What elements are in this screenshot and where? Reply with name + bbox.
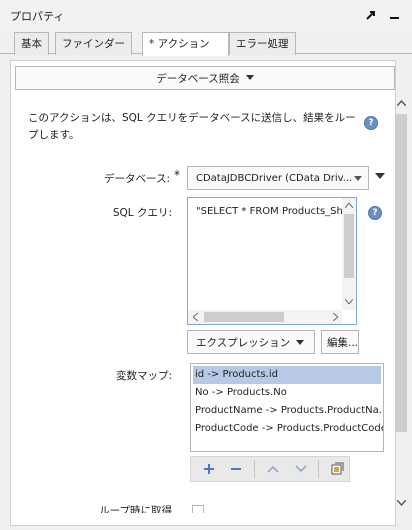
edit-button[interactable]: 編集... (321, 330, 359, 354)
textarea-horizontal-scrollbar[interactable] (188, 310, 342, 324)
move-down-icon[interactable] (289, 459, 313, 479)
scroll-left-icon[interactable] (188, 310, 202, 324)
tab-basic[interactable]: 基本 (14, 32, 49, 55)
database-value: CDataJDBCDriver (CData Driv... (196, 172, 353, 184)
window-title: プロパティ (10, 10, 65, 23)
variable-map-toolbar (190, 456, 350, 482)
variable-map-label: 変数マップ: (115, 370, 172, 382)
scroll-thumb[interactable] (204, 312, 284, 322)
expression-button[interactable]: エクスプレッション (187, 330, 315, 354)
scroll-thumb[interactable] (395, 114, 407, 432)
tab-action[interactable]: * アクション (142, 32, 229, 56)
edit-mapping-icon[interactable] (325, 459, 349, 479)
dropdown-arrow-icon (245, 75, 254, 80)
dropdown-arrow-icon (296, 339, 305, 345)
toolbar-divider (318, 460, 320, 478)
move-up-icon[interactable] (261, 459, 285, 479)
sql-query-textarea[interactable]: "SELECT * FROM Products_Sh (187, 197, 357, 325)
scroll-down-icon[interactable] (394, 496, 408, 510)
scroll-right-icon[interactable] (328, 310, 342, 324)
tab-finder[interactable]: ファインダー (55, 32, 132, 55)
variable-map-list[interactable]: id -> Products.id No -> Products.No Prod… (190, 363, 384, 452)
tab-error-handling[interactable]: エラー処理 (229, 32, 296, 55)
action-type-dropdown[interactable]: データベース照会 (15, 66, 395, 90)
loop-fetch-label: ループ時に取得 (99, 505, 172, 513)
action-type-label: データベース照会 (156, 72, 240, 85)
list-item[interactable]: No -> Products.No (191, 384, 383, 402)
list-item[interactable]: id -> Products.id (193, 366, 381, 384)
sql-query-label: SQL クエリ: (112, 207, 172, 219)
list-item[interactable]: ProductCode -> Products.ProductCode (191, 420, 383, 438)
toolbar-divider (254, 460, 256, 478)
help-icon[interactable]: ? (368, 206, 382, 220)
pin-arrow-icon[interactable] (363, 7, 379, 23)
scroll-up-icon[interactable] (342, 198, 356, 212)
panel-vertical-scrollbar[interactable] (393, 96, 409, 510)
help-icon[interactable]: ? (364, 116, 378, 130)
chevron-down-icon (348, 167, 368, 189)
scroll-down-icon[interactable] (342, 294, 356, 308)
loop-fetch-checkbox[interactable] (192, 505, 204, 513)
action-description: このアクションは、SQL クエリをデータベースに送信し、結果をループします。 (28, 112, 356, 141)
remove-icon[interactable] (225, 459, 249, 479)
minimize-icon[interactable] (386, 7, 402, 23)
textarea-vertical-scrollbar[interactable] (342, 198, 356, 310)
scroll-thumb[interactable] (344, 214, 354, 278)
add-icon[interactable] (197, 459, 221, 479)
database-label: データベース: (103, 173, 170, 185)
list-item[interactable]: ProductName -> Products.ProductNa... (191, 402, 383, 420)
database-select[interactable]: CDataJDBCDriver (CData Driv... (187, 166, 369, 190)
sql-query-text: "SELECT * FROM Products_Sh (196, 206, 342, 217)
database-options-arrow-icon[interactable] (375, 170, 385, 182)
required-mark: * (174, 168, 180, 182)
scroll-up-icon[interactable] (394, 96, 408, 110)
